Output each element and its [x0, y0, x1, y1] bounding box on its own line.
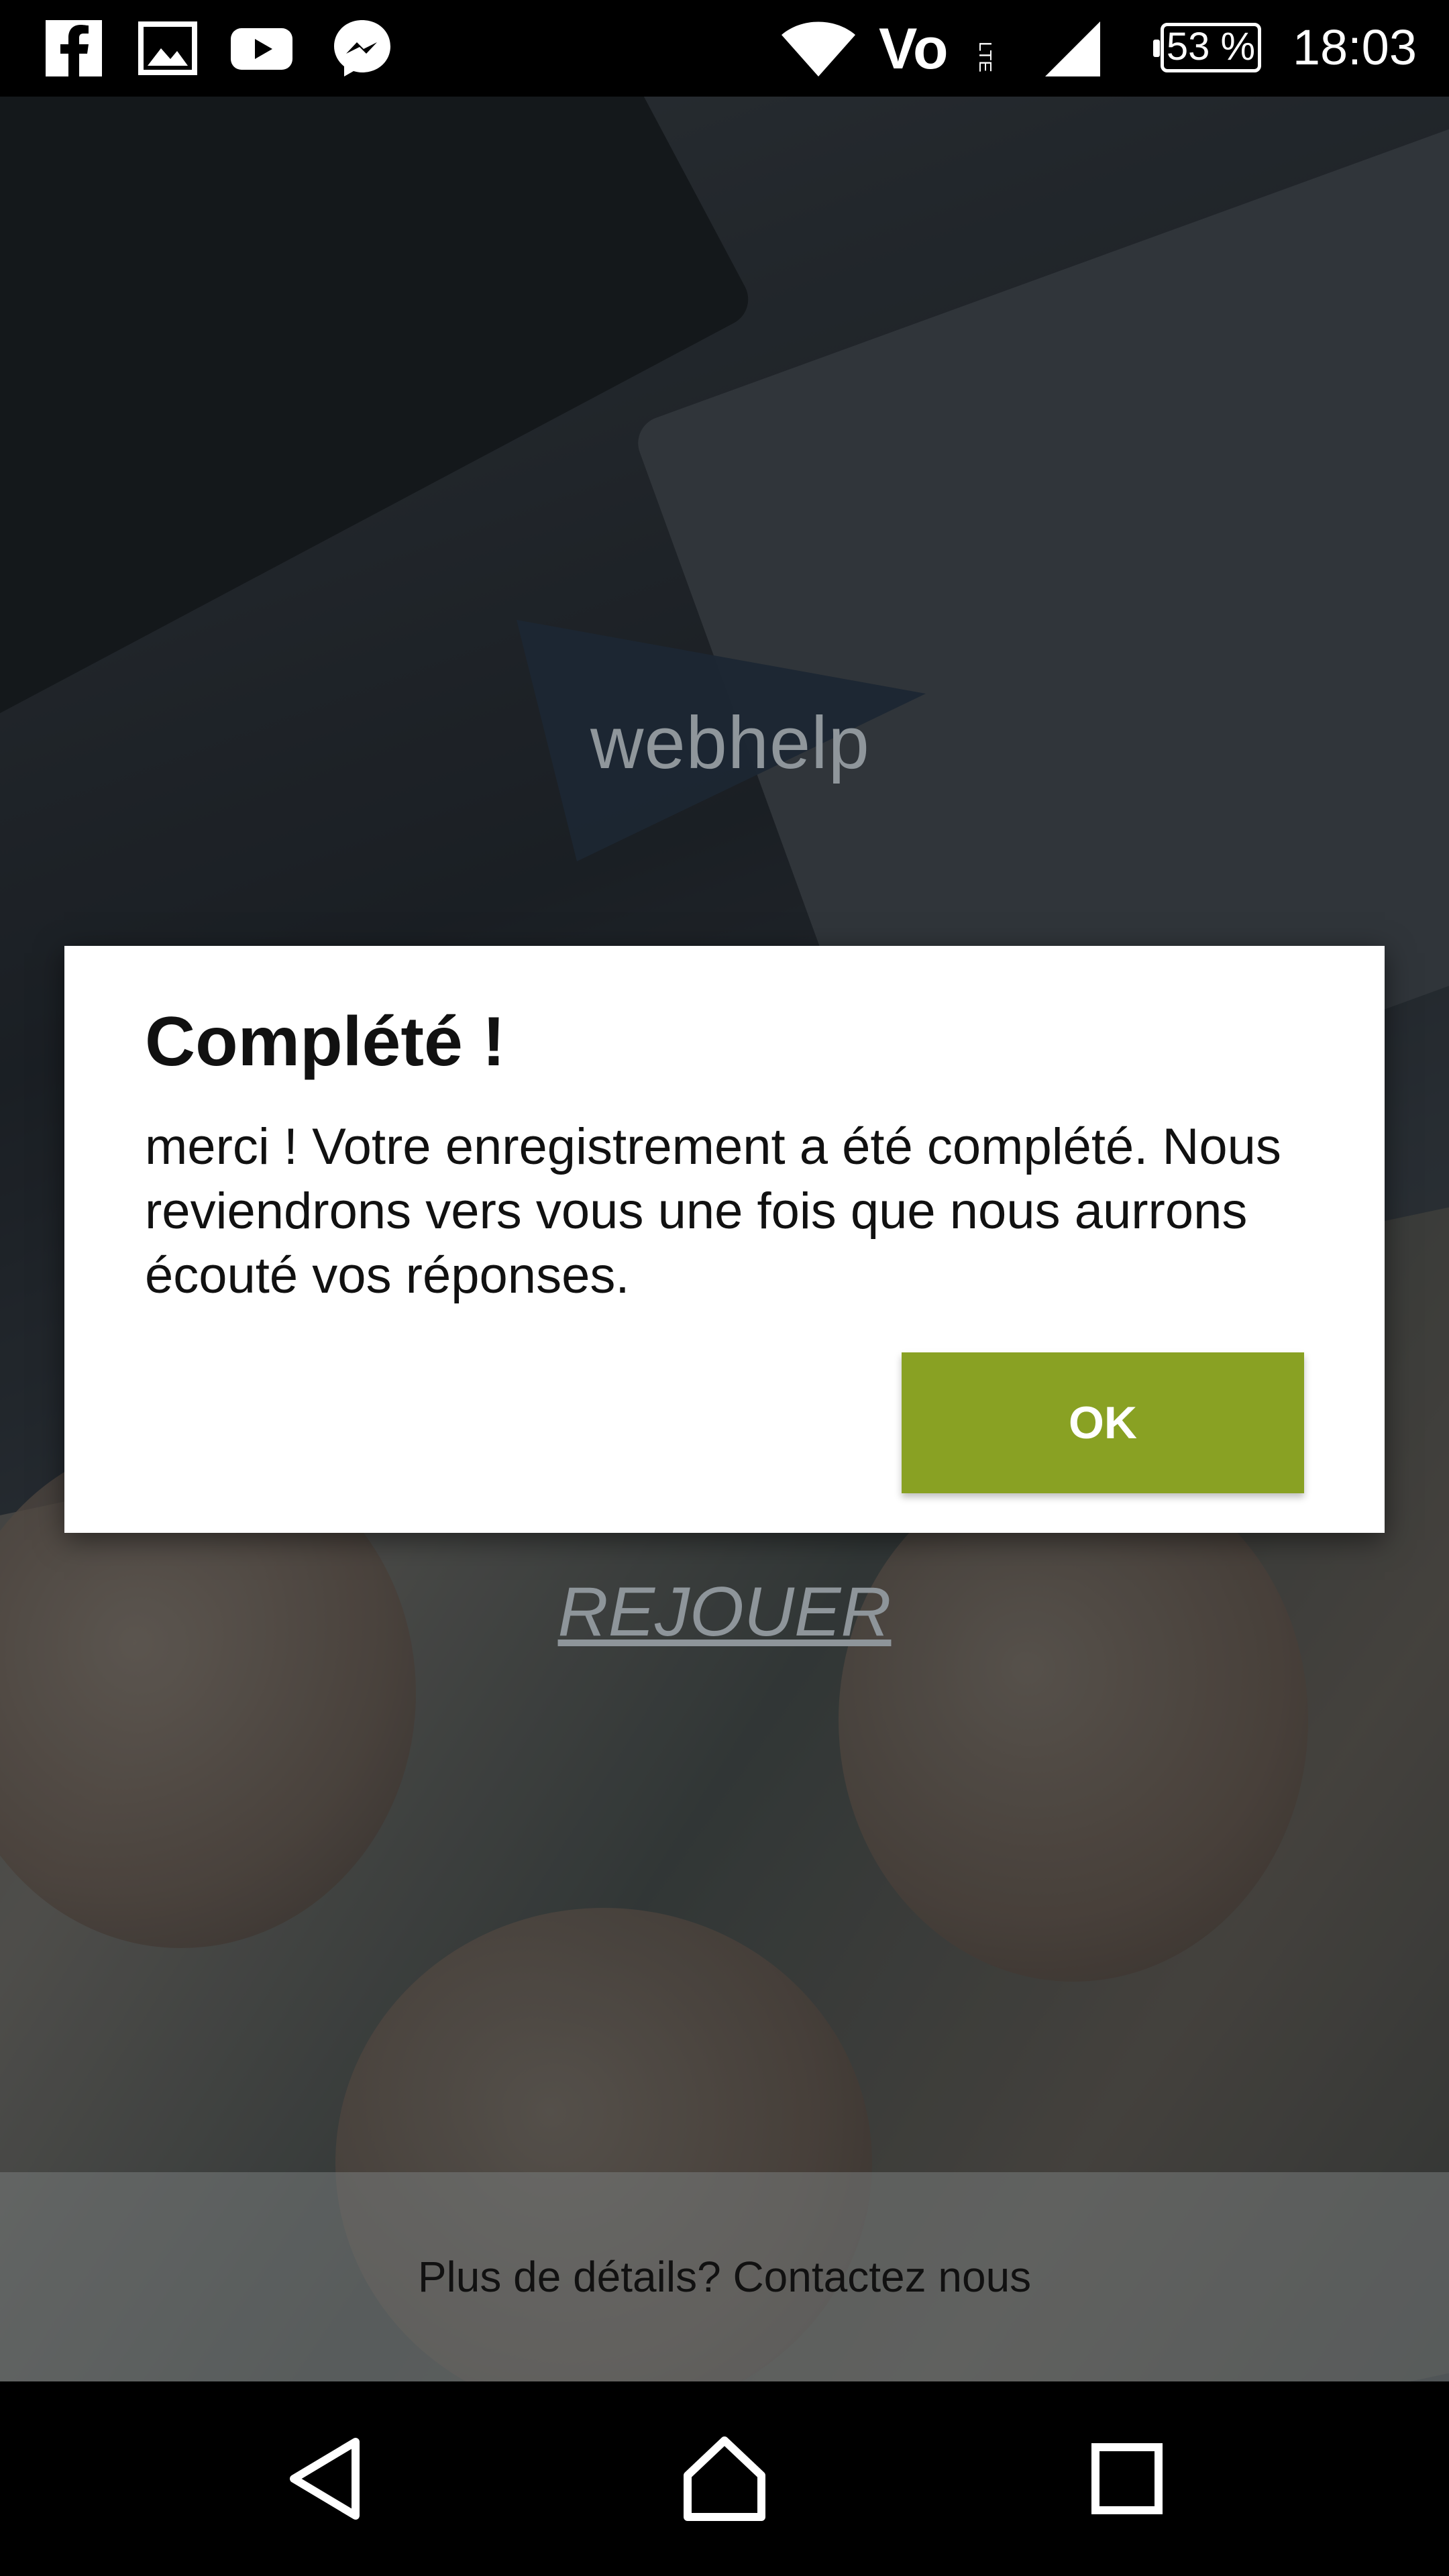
webhelp-logo: webhelp [510, 620, 946, 861]
replay-link[interactable]: REJOUER [0, 1572, 1449, 1652]
dialog-message: merci ! Votre enregistrement a été compl… [145, 1118, 1281, 1304]
wifi-icon [778, 15, 855, 82]
youtube-icon [228, 15, 295, 82]
logo-text: webhelp [590, 702, 870, 784]
ok-button[interactable]: OK [902, 1352, 1304, 1493]
navigation-bar [0, 2381, 1449, 2576]
facebook-icon [40, 15, 107, 82]
back-icon[interactable] [275, 2428, 376, 2529]
status-bar: Vo LTE 53 % 18:03 [0, 0, 1449, 97]
home-icon[interactable] [674, 2428, 775, 2529]
dialog-title: Complété ! [145, 1003, 506, 1081]
svg-text:LTE: LTE [975, 42, 993, 72]
battery-indicator: 53 % [1153, 23, 1261, 72]
signal-icon [1040, 15, 1107, 82]
footer: Plus de détails? Contactez nous [0, 2172, 1449, 2381]
volte-icon: Vo LTE [879, 15, 996, 82]
completion-dialog: Complété ! merci ! Votre enregistrement … [64, 946, 1385, 1533]
svg-text:Vo: Vo [879, 17, 949, 81]
messenger-icon [329, 15, 396, 82]
recents-icon[interactable] [1077, 2428, 1177, 2529]
gallery-icon [134, 15, 201, 82]
contact-link[interactable]: Plus de détails? Contactez nous [0, 2172, 1449, 2381]
clock: 18:03 [1292, 19, 1417, 75]
